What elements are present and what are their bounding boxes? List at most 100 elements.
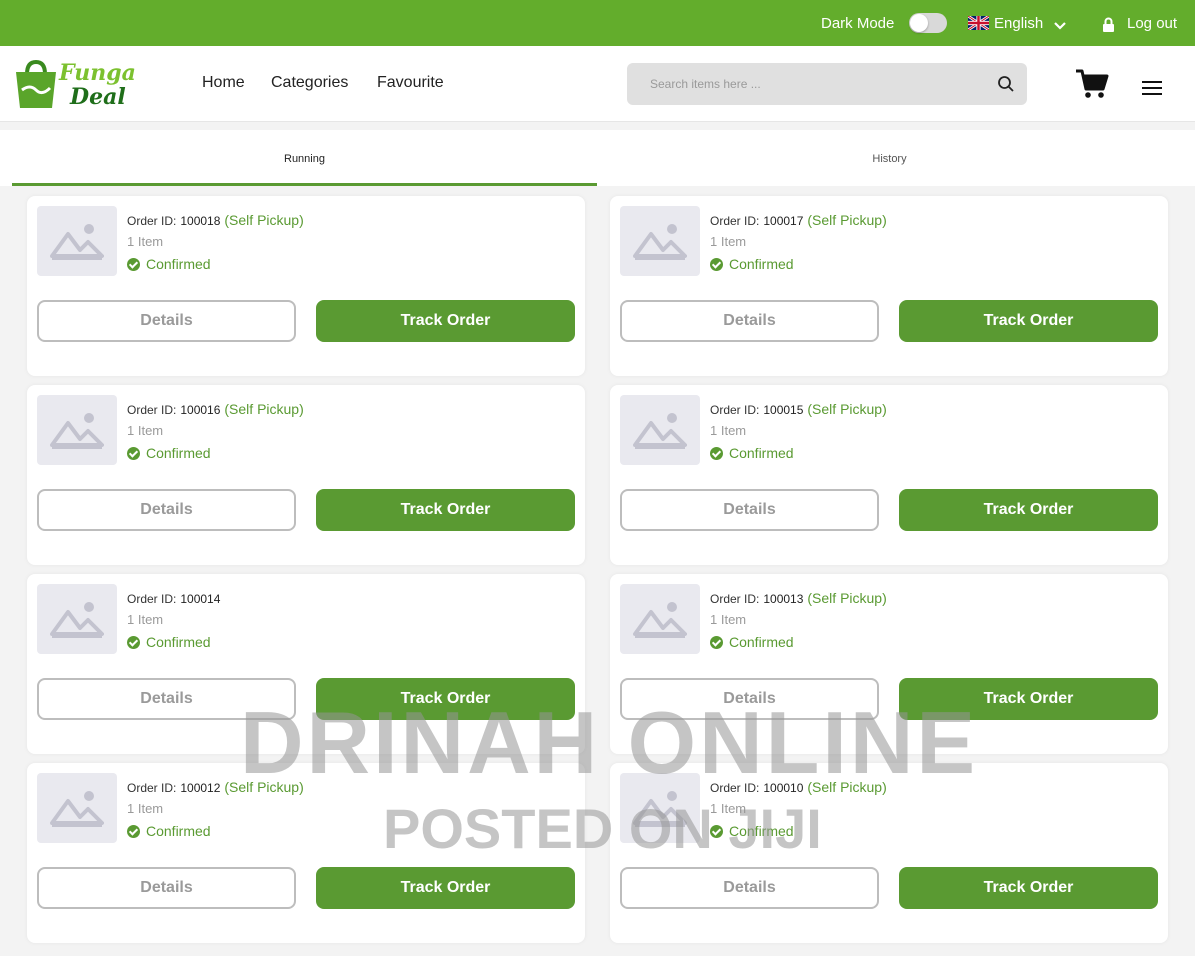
order-id-line: Order ID: 100015 (Self Pickup) — [710, 401, 887, 417]
top-bar: Dark Mode English Log out — [0, 0, 1195, 46]
order-id-label: Order ID: — [127, 214, 177, 228]
order-card: Order ID: 100015 (Self Pickup) 1 Item Confir… — [610, 385, 1168, 565]
pickup-type: (Self Pickup) — [224, 779, 304, 795]
order-status: Confirmed — [710, 445, 794, 461]
track-order-button[interactable]: Track Order — [316, 867, 575, 909]
details-button[interactable]: Details — [620, 678, 879, 720]
order-card: Order ID: 100013 (Self Pickup) 1 Item Confir… — [610, 574, 1168, 754]
status-text: Confirmed — [729, 823, 794, 839]
check-circle-icon — [127, 824, 140, 838]
status-text: Confirmed — [729, 445, 794, 461]
shopping-bag-icon — [16, 59, 56, 108]
item-count: 1 Item — [127, 612, 164, 627]
status-text: Confirmed — [729, 256, 794, 272]
track-order-button[interactable]: Track Order — [899, 300, 1158, 342]
toggle-knob — [910, 14, 928, 32]
order-status: Confirmed — [710, 256, 794, 272]
details-button[interactable]: Details — [620, 867, 879, 909]
check-circle-icon — [710, 446, 723, 460]
details-button[interactable]: Details — [37, 300, 296, 342]
details-button[interactable]: Details — [37, 489, 296, 531]
order-id-value: 100015 — [763, 403, 804, 417]
status-text: Confirmed — [729, 634, 794, 650]
nav-favourite[interactable]: Favourite — [377, 74, 444, 92]
order-id-line: Order ID: 100018 (Self Pickup) — [127, 212, 304, 228]
order-id-value: 100016 — [180, 403, 221, 417]
order-id-value: 100012 — [180, 781, 221, 795]
dark-mode-label: Dark Mode — [821, 15, 895, 32]
order-id-value: 100010 — [763, 781, 804, 795]
order-status: Confirmed — [127, 823, 211, 839]
order-id-label: Order ID: — [127, 781, 177, 795]
status-text: Confirmed — [146, 823, 211, 839]
product-image-placeholder — [620, 395, 700, 465]
track-order-button[interactable]: Track Order — [899, 867, 1158, 909]
order-status: Confirmed — [710, 823, 794, 839]
check-circle-icon — [127, 446, 140, 460]
order-card: Order ID: 100012 (Self Pickup) 1 Item Confir… — [27, 763, 585, 943]
track-order-button[interactable]: Track Order — [899, 678, 1158, 720]
search-input[interactable] — [627, 63, 987, 105]
status-text: Confirmed — [146, 256, 211, 272]
order-id-line: Order ID: 100016 (Self Pickup) — [127, 401, 304, 417]
order-card: Order ID: 100014 1 Item Confirmed Details Tra… — [27, 574, 585, 754]
order-tabs: Running History — [0, 130, 1195, 186]
track-order-button[interactable]: Track Order — [316, 300, 575, 342]
check-circle-icon — [127, 635, 140, 649]
order-card: Order ID: 100017 (Self Pickup) 1 Item Confir… — [610, 196, 1168, 376]
item-count: 1 Item — [710, 234, 747, 249]
pickup-type: (Self Pickup) — [224, 212, 304, 228]
order-status: Confirmed — [127, 256, 211, 272]
item-count: 1 Item — [710, 801, 747, 816]
cart-icon[interactable] — [1075, 68, 1109, 100]
details-button[interactable]: Details — [620, 300, 879, 342]
order-id-line: Order ID: 100017 (Self Pickup) — [710, 212, 887, 228]
order-id-value: 100014 — [180, 592, 221, 606]
order-card: Order ID: 100018 (Self Pickup) 1 Item Confir… — [27, 196, 585, 376]
order-id-value: 100018 — [180, 214, 221, 228]
pickup-type: (Self Pickup) — [807, 212, 887, 228]
product-image-placeholder — [37, 206, 117, 276]
search-icon[interactable] — [997, 75, 1015, 93]
product-image-placeholder — [37, 584, 117, 654]
logout-link[interactable]: Log out — [1127, 15, 1177, 32]
check-circle-icon — [710, 635, 723, 649]
order-id-line: Order ID: 100013 (Self Pickup) — [710, 590, 887, 606]
track-order-button[interactable]: Track Order — [316, 678, 575, 720]
product-image-placeholder — [620, 773, 700, 843]
status-text: Confirmed — [146, 634, 211, 650]
order-status: Confirmed — [127, 634, 211, 650]
product-image-placeholder — [620, 584, 700, 654]
nav-categories[interactable]: Categories — [271, 74, 348, 92]
track-order-button[interactable]: Track Order — [899, 489, 1158, 531]
tab-history[interactable]: History — [597, 130, 1182, 186]
check-circle-icon — [127, 257, 140, 271]
search-bar — [627, 63, 1027, 105]
order-id-label: Order ID: — [127, 403, 177, 417]
item-count: 1 Item — [710, 423, 747, 438]
check-circle-icon — [710, 257, 723, 271]
hamburger-menu-icon[interactable] — [1142, 81, 1162, 95]
dark-mode-toggle[interactable] — [909, 13, 947, 33]
details-button[interactable]: Details — [37, 867, 296, 909]
order-id-line: Order ID: 100014 — [127, 590, 224, 606]
chevron-down-icon[interactable] — [1053, 21, 1067, 31]
item-count: 1 Item — [127, 234, 164, 249]
site-header: Funga Deal Home Categories Favourite — [0, 46, 1195, 122]
tab-running[interactable]: Running — [12, 130, 597, 186]
track-order-button[interactable]: Track Order — [316, 489, 575, 531]
order-id-label: Order ID: — [127, 592, 177, 606]
order-id-label: Order ID: — [710, 781, 760, 795]
lock-icon — [1103, 17, 1114, 32]
pickup-type: (Self Pickup) — [807, 401, 887, 417]
order-status: Confirmed — [127, 445, 211, 461]
order-id-label: Order ID: — [710, 592, 760, 606]
details-button[interactable]: Details — [620, 489, 879, 531]
details-button[interactable]: Details — [37, 678, 296, 720]
logo[interactable]: Funga Deal — [12, 56, 147, 114]
item-count: 1 Item — [127, 801, 164, 816]
nav-home[interactable]: Home — [202, 74, 245, 92]
order-card: Order ID: 100016 (Self Pickup) 1 Item Confir… — [27, 385, 585, 565]
status-text: Confirmed — [146, 445, 211, 461]
language-selector[interactable]: English — [994, 15, 1043, 32]
